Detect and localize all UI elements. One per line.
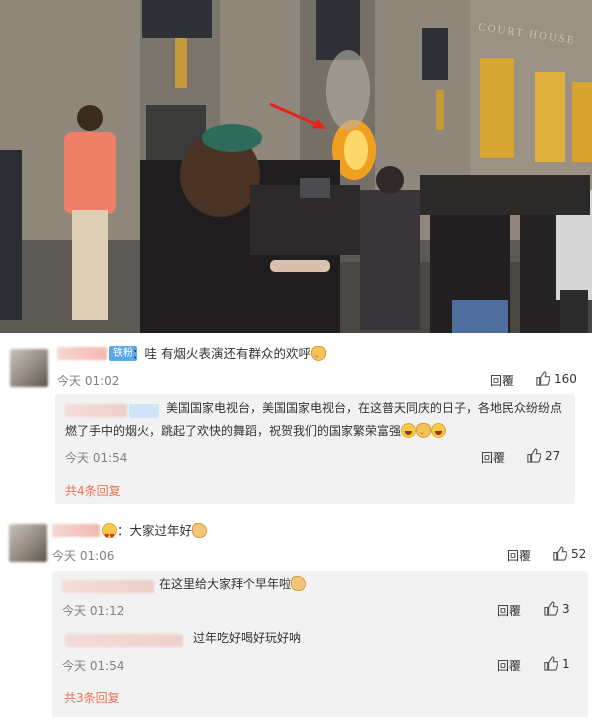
reply-username[interactable] bbox=[65, 404, 127, 417]
like-button[interactable]: 27 bbox=[526, 448, 560, 463]
clasped-hands-emoji-icon bbox=[192, 523, 208, 538]
reply-box: 美国国家电视台，美国国家电视台，在这普天同庆的日子，各地民众纷纷点 燃了手中的烟… bbox=[55, 394, 575, 504]
more-replies-link[interactable]: 共3条回复 bbox=[64, 689, 120, 706]
reply-text: 美国国家电视台，美国国家电视台，在这普天同庆的日子，各地民众纷纷点 bbox=[166, 398, 562, 419]
like-count: 52 bbox=[571, 547, 587, 561]
reply-box: 在这里给大家拜个早年啦 今天 01:12 回覆 3 过年吃好喝好玩好呐 今天 0… bbox=[52, 571, 588, 717]
reply-button[interactable]: 回覆 bbox=[507, 547, 531, 564]
protest-scene bbox=[0, 0, 592, 333]
comment-text: ：哇 有烟火表演还有群众的欢呼 bbox=[132, 343, 326, 369]
like-count: 3 bbox=[562, 602, 570, 616]
like-button[interactable]: 160 bbox=[535, 371, 577, 386]
reply-button[interactable]: 回覆 bbox=[497, 602, 521, 619]
reply-button[interactable]: 回覆 bbox=[481, 449, 505, 466]
reply-username[interactable] bbox=[62, 580, 154, 593]
heart-eyes-emoji-icon bbox=[102, 523, 117, 547]
reply-text-second-line: 燃了手中的烟火，跳起了欢快的舞蹈，祝贺我们的国家繁荣富强 bbox=[65, 421, 447, 446]
reply-button[interactable]: 回覆 bbox=[497, 657, 521, 674]
comment-time: 今天 01:02 bbox=[57, 374, 120, 388]
news-photo: COURT HOUSE bbox=[0, 0, 592, 333]
cat-emoji-icon bbox=[310, 346, 326, 369]
username[interactable] bbox=[52, 524, 100, 537]
username[interactable] bbox=[57, 347, 107, 360]
thumbs-up-icon bbox=[527, 448, 542, 463]
avatar[interactable] bbox=[10, 349, 48, 387]
more-replies-link[interactable]: 共4条回复 bbox=[65, 482, 121, 499]
reply-text: 在这里给大家拜个早年啦 bbox=[159, 574, 307, 595]
like-count: 1 bbox=[562, 657, 570, 671]
reply-text: 过年吃好喝好玩好呐 bbox=[193, 628, 301, 649]
reply-time: 今天 01:54 bbox=[65, 451, 128, 465]
like-count: 27 bbox=[545, 449, 561, 463]
laugh-emoji-icon bbox=[401, 423, 417, 438]
like-count: 160 bbox=[554, 372, 577, 386]
reply-text-line1: 美国国家电视台，美国国家电视台，在这普天同庆的日子，各地民众纷纷点 bbox=[166, 401, 563, 415]
comment-time: 今天 01:06 bbox=[52, 549, 115, 563]
thumbs-up-icon bbox=[553, 546, 568, 561]
like-button[interactable]: 52 bbox=[552, 546, 586, 561]
clasped-hands-emoji-icon bbox=[291, 576, 307, 591]
reply-username[interactable] bbox=[65, 634, 183, 647]
user-tag bbox=[129, 404, 159, 418]
reply-time: 今天 01:54 bbox=[62, 659, 125, 673]
cat-emoji-icon bbox=[416, 423, 432, 446]
comment-text: ：大家过年好 bbox=[102, 520, 208, 547]
laugh-emoji-icon bbox=[431, 423, 447, 438]
reply-text-content: 过年吃好喝好玩好呐 bbox=[193, 631, 302, 645]
comment-text-content: ：大家过年好 bbox=[117, 523, 193, 538]
reply-time: 今天 01:12 bbox=[62, 604, 125, 618]
comment-text-content: ：哇 有烟火表演还有群众的欢呼 bbox=[132, 346, 311, 361]
comment-1: 铁粉 ：哇 有烟火表演还有群众的欢呼 今天 01:02 回覆 160 美国国家电… bbox=[0, 333, 592, 513]
comment-2: ：大家过年好 今天 01:06 回覆 52 在这里给大家拜个早年啦 今天 01:… bbox=[0, 513, 592, 724]
reply-text-line2: 燃了手中的烟火，跳起了欢快的舞蹈，祝贺我们的国家繁荣富强 bbox=[65, 424, 402, 438]
like-button[interactable]: 1 bbox=[543, 656, 570, 671]
avatar[interactable] bbox=[9, 524, 47, 562]
reply-button[interactable]: 回覆 bbox=[490, 372, 514, 389]
reply-text-content: 在这里给大家拜个早年啦 bbox=[159, 577, 292, 591]
thumbs-up-icon bbox=[544, 601, 559, 616]
like-button[interactable]: 3 bbox=[543, 601, 570, 616]
thumbs-up-icon bbox=[536, 371, 551, 386]
thumbs-up-icon bbox=[544, 656, 559, 671]
